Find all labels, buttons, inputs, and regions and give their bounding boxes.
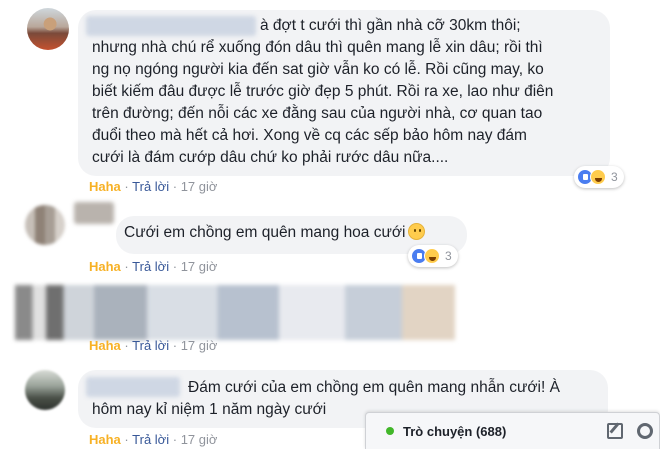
- avatar[interactable]: [25, 205, 65, 245]
- avatar[interactable]: [25, 370, 65, 410]
- online-dot-icon: [386, 427, 394, 435]
- comment-actions: Haha · Trả lời · 17 giờ: [89, 179, 218, 194]
- compose-icon[interactable]: [607, 423, 623, 439]
- comment-actions: Haha · Trả lời · 17 giờ: [89, 259, 218, 274]
- comment-actions: Haha · Trả lời · 17 giờ: [89, 338, 218, 353]
- haha-link[interactable]: Haha: [89, 432, 121, 447]
- comment-text: à đợt t cưới thì gần nhà cỡ 30km thôi; n…: [92, 17, 554, 166]
- haha-link[interactable]: Haha: [89, 259, 121, 274]
- comment-time[interactable]: 17 giờ: [181, 338, 218, 353]
- redacted-comment: [15, 285, 455, 340]
- reply-link[interactable]: Trả lời: [132, 338, 169, 353]
- redacted-name: [74, 202, 114, 224]
- comment-time[interactable]: 17 giờ: [181, 259, 218, 274]
- reply-link[interactable]: Trả lời: [132, 432, 169, 447]
- reaction-summary[interactable]: 3: [408, 245, 458, 267]
- reaction-count: 3: [611, 170, 618, 184]
- comment-time[interactable]: 17 giờ: [181, 432, 218, 447]
- gear-icon[interactable]: [637, 423, 653, 439]
- haha-reaction-icon: [590, 169, 606, 185]
- comment-text: Cưới em chồng em quên mang hoa cưới: [124, 222, 454, 244]
- chat-bar[interactable]: Trò chuyện (688): [365, 412, 660, 449]
- haha-reaction-icon: [424, 248, 440, 264]
- reaction-summary[interactable]: 3: [574, 166, 624, 188]
- haha-link[interactable]: Haha: [89, 338, 121, 353]
- avatar[interactable]: [27, 8, 69, 50]
- haha-link[interactable]: Haha: [89, 179, 121, 194]
- comment-actions: Haha · Trả lời · 17 giờ: [89, 432, 218, 447]
- reply-link[interactable]: Trả lời: [132, 259, 169, 274]
- reply-link[interactable]: Trả lời: [132, 179, 169, 194]
- slightly-frowning-emoji-icon: [408, 223, 426, 240]
- reaction-count: 3: [445, 249, 452, 263]
- comment-time[interactable]: 17 giờ: [181, 179, 218, 194]
- chat-label[interactable]: Trò chuyện (688): [403, 424, 506, 439]
